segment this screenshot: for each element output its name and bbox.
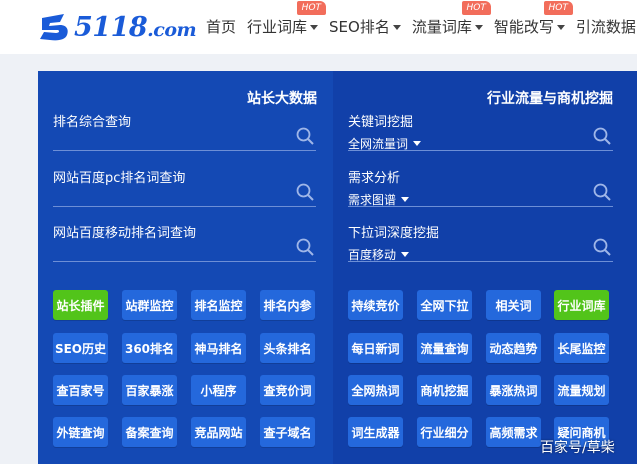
logo-text: 5118.com — [74, 11, 197, 43]
tool-button[interactable]: 查百家号 — [53, 375, 108, 405]
chevron-down-icon — [413, 141, 422, 146]
tool-button[interactable]: 暴涨热词 — [486, 375, 541, 405]
mode-select[interactable]: 百度移动 — [348, 246, 410, 263]
watermark: 百家号/草柴 — [540, 440, 615, 456]
search-icon[interactable] — [593, 183, 611, 201]
tool-button[interactable]: 小程序 — [191, 375, 246, 405]
tool-button[interactable]: 外链查询 — [53, 417, 108, 447]
field-label: 网站百度pc排名词查询 — [53, 171, 186, 186]
nav-item-traffic-data[interactable]: 引流数据 — [576, 14, 637, 38]
site-logo[interactable]: 5118.com — [38, 10, 197, 44]
tool-button[interactable]: 排名内参 — [260, 290, 315, 320]
tool-button[interactable]: 查竞价词 — [260, 375, 315, 405]
tool-button[interactable]: 行业词库 — [554, 290, 609, 320]
field-label: 网站百度移动排名词查询 — [53, 226, 197, 241]
mode-select[interactable]: 全网流量词 — [348, 135, 422, 152]
chevron-down-icon — [392, 24, 401, 30]
search-icon[interactable] — [296, 127, 314, 145]
tool-button[interactable]: 全网热词 — [348, 375, 403, 405]
nav-item-home[interactable]: 首页 — [206, 14, 236, 38]
hot-badge: HOT — [461, 1, 491, 15]
tool-button[interactable]: 相关词 — [486, 290, 541, 320]
mobile-rank-query-field[interactable]: 网站百度移动排名词查询 — [53, 222, 316, 262]
search-icon[interactable] — [296, 183, 314, 201]
tool-button[interactable]: 长尾监控 — [554, 333, 609, 363]
chevron-down-icon — [401, 197, 410, 202]
field-label: 下拉词深度挖掘 — [348, 226, 440, 241]
tool-button[interactable]: 备案查询 — [122, 417, 177, 447]
chevron-down-icon — [401, 252, 410, 257]
hot-badge: HOT — [296, 1, 327, 15]
tool-button[interactable]: 流量规划 — [554, 375, 609, 405]
dropdown-word-mining-field[interactable]: 下拉词深度挖掘 百度移动 — [348, 222, 613, 262]
tool-button[interactable]: 全网下拉 — [417, 290, 472, 320]
tool-button[interactable]: 360排名 — [122, 333, 177, 363]
tool-button[interactable]: 每日新词 — [348, 333, 403, 363]
chevron-down-icon — [556, 24, 565, 30]
top-navbar: 5118.com 首页 行业词库 HOT SEO排名 流量词库 HOT 智能改写 HO… — [0, 0, 637, 54]
field-label: 排名综合查询 — [53, 115, 132, 130]
keyword-mining-field[interactable]: 关键词挖掘 全网流量词 — [348, 111, 613, 151]
search-icon[interactable] — [296, 238, 314, 256]
tools-panel: 站长大数据 排名综合查询 网站百度pc排名词查询 网站百度移动排名词查询 站长插… — [38, 71, 637, 464]
chevron-down-icon — [310, 24, 319, 30]
rank-query-field[interactable]: 排名综合查询 — [53, 111, 316, 151]
tool-button[interactable]: 高频需求 — [486, 417, 541, 447]
tool-button[interactable]: 流量查询 — [417, 333, 472, 363]
tool-button[interactable]: 持续竞价 — [348, 290, 403, 320]
nav-item-traffic-lexicon[interactable]: 流量词库 HOT — [412, 1, 491, 38]
tool-button[interactable]: 查子域名 — [260, 417, 315, 447]
tool-button[interactable]: 商机挖掘 — [417, 375, 472, 405]
pc-rank-query-field[interactable]: 网站百度pc排名词查询 — [53, 167, 316, 207]
demand-analysis-field[interactable]: 需求分析 需求图谱 — [348, 167, 613, 207]
left-heading: 站长大数据 — [247, 91, 317, 107]
tool-button[interactable]: 动态趋势 — [486, 333, 541, 363]
tool-button[interactable]: 头条排名 — [260, 333, 315, 363]
main-nav: 首页 行业词库 HOT SEO排名 流量词库 HOT 智能改写 HOT 引流数据 — [206, 1, 637, 38]
tool-button[interactable]: SEO历史 — [53, 333, 108, 363]
tool-button[interactable]: 竞品网站 — [191, 417, 246, 447]
tool-button[interactable]: 站长插件 — [53, 290, 108, 320]
nav-item-seo-ranking[interactable]: SEO排名 — [329, 14, 401, 38]
5118-logo-mark-icon — [40, 14, 68, 41]
nav-item-smart-rewrite[interactable]: 智能改写 HOT — [494, 1, 573, 38]
tool-button[interactable]: 行业细分 — [417, 417, 472, 447]
tool-button[interactable]: 神马排名 — [191, 333, 246, 363]
tool-button[interactable]: 站群监控 — [122, 290, 177, 320]
search-icon[interactable] — [593, 127, 611, 145]
nav-item-industry-lexicon[interactable]: 行业词库 HOT — [247, 1, 327, 38]
tool-button[interactable]: 词生成器 — [348, 417, 403, 447]
tool-button[interactable]: 排名监控 — [191, 290, 246, 320]
search-icon[interactable] — [593, 238, 611, 256]
field-label: 需求分析 — [348, 171, 401, 186]
hot-badge: HOT — [543, 1, 573, 15]
tool-button[interactable]: 百家暴涨 — [122, 375, 177, 405]
chevron-down-icon — [474, 24, 483, 30]
mode-select[interactable]: 需求图谱 — [348, 191, 410, 208]
right-heading: 行业流量与商机挖掘 — [487, 91, 613, 107]
field-label: 关键词挖掘 — [348, 115, 414, 130]
